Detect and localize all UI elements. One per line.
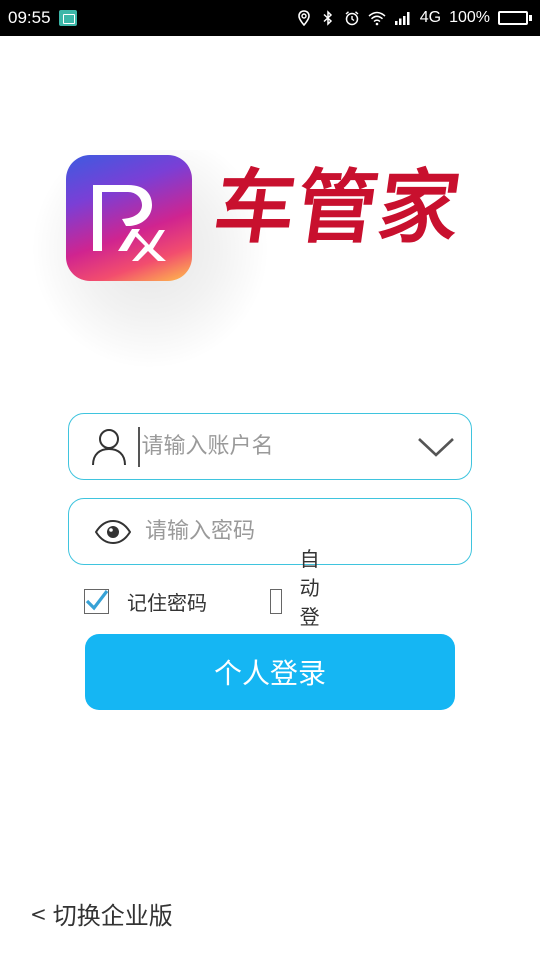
chevron-down-icon[interactable]: [416, 427, 457, 467]
options-row: 记住密码 自动登录: [84, 547, 320, 658]
chevron-left-icon: <: [30, 901, 47, 926]
bluetooth-icon: [323, 10, 332, 26]
alarm-icon: [345, 11, 359, 26]
battery-icon: [498, 11, 532, 25]
remember-password-label: 记住密码: [127, 590, 207, 615]
status-time: 09:55: [8, 8, 51, 27]
personal-login-button[interactable]: 个人登录: [85, 634, 455, 710]
app-logo-icon: [66, 155, 192, 281]
eye-icon[interactable]: [91, 510, 135, 554]
battery-percent: 100%: [449, 9, 490, 26]
brand-name: 车管家: [208, 161, 468, 254]
remember-password-box[interactable]: [84, 588, 109, 614]
password-field[interactable]: [68, 498, 472, 565]
network-type: 4G: [419, 9, 442, 26]
username-input[interactable]: [137, 426, 416, 467]
auto-login-box[interactable]: [270, 588, 282, 614]
status-bar: 09:55 4G 100%: [0, 0, 540, 36]
switch-enterprise-label: 切换企业版: [52, 902, 173, 930]
user-icon: [91, 425, 128, 469]
auto-login-checkbox[interactable]: 自动登录: [270, 547, 333, 658]
location-icon: [297, 10, 310, 26]
screenshot-icon: [58, 10, 77, 26]
signal-icon: [394, 12, 410, 25]
wifi-icon: [368, 11, 386, 26]
switch-enterprise-link[interactable]: < 切换企业版: [30, 896, 173, 931]
status-icons: 4G 100%: [296, 9, 532, 27]
username-field[interactable]: [68, 413, 472, 480]
remember-password-checkbox[interactable]: 记住密码: [84, 587, 207, 616]
